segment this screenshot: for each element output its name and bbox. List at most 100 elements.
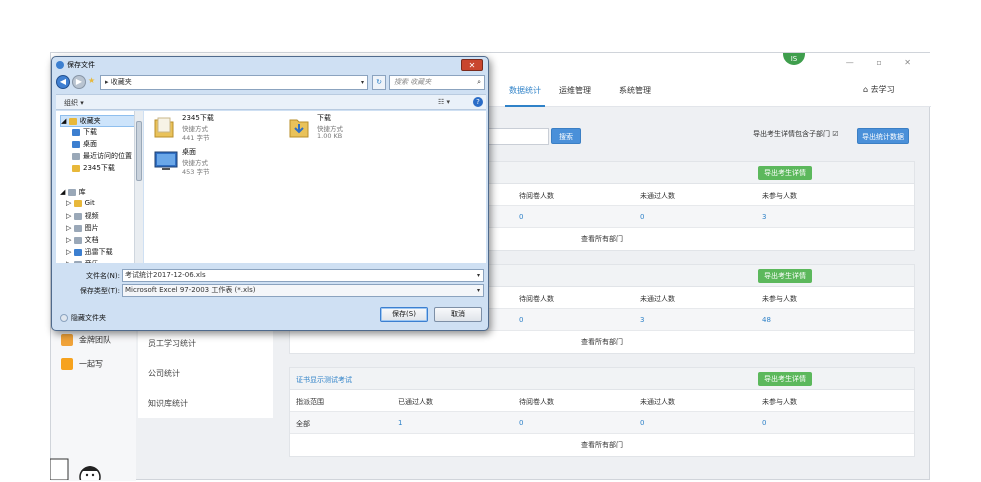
window-controls[interactable]: — ▫ ✕ [846,58,921,67]
library-icon [67,188,76,196]
table-cell[interactable]: 0 [519,316,523,324]
music-icon [73,260,82,263]
table-cell[interactable]: 0 [519,419,523,427]
search-icon[interactable]: ⌕ [477,76,481,89]
scroll-thumb[interactable] [136,121,142,181]
refresh-button[interactable]: ↻ [372,75,386,90]
tree-item-favorites[interactable]: ◢ 收藏夹 [60,115,136,127]
avatar[interactable]: IS [783,53,805,65]
col-header: 指派范围 [296,398,324,406]
sub-nav-item-kb[interactable]: 知识库统计 [148,398,188,409]
tree-item-recent[interactable]: 最近访问的位置 [72,151,132,161]
sub-nav-item-company[interactable]: 公司统计 [148,368,180,379]
tree-item-pictures[interactable]: ▷ 图片 [66,223,99,233]
view-all-depts-link[interactable]: 查看所有部门 [290,331,914,353]
collapse-arrow-icon[interactable]: ▷ [66,199,74,207]
chevron-down-icon[interactable]: ▾ [361,76,364,89]
tree-item-desktop[interactable]: 桌面 [72,139,97,149]
back-button[interactable]: ◀ [56,75,70,89]
search-favorites-input[interactable]: 搜索 收藏夹 ⌕ [389,75,485,90]
search-button[interactable]: 搜索 [551,128,581,144]
file-item[interactable]: 桌面 快捷方式 453 字节 [154,147,274,181]
collapse-circle-icon [60,314,68,322]
left-nav-item-team[interactable]: 金牌团队 [61,334,111,346]
file-list: 2345下载 快捷方式 441 字节 下载 快捷方式 1.00 KB 桌面 快捷… [144,111,486,263]
tree-item-xunlei[interactable]: ▷ 迅雷下载 [66,247,113,257]
tree-item-downloads[interactable]: 下载 [72,127,97,137]
file-item[interactable]: 2345下载 快捷方式 441 字节 [154,113,274,147]
minimize-icon[interactable]: — [846,58,864,67]
left-nav-item-write[interactable]: 一起写 [61,358,103,370]
close-icon[interactable]: ✕ [904,58,921,67]
table-cell[interactable]: 1 [398,419,402,427]
expand-arrow-icon[interactable]: ◢ [61,117,69,125]
address-bar[interactable]: ▸ 收藏夹 ▾ [100,75,368,90]
table-cell[interactable]: 0 [762,419,766,427]
browser-icon [56,61,64,69]
organize-menu[interactable]: 组织 ▾ [64,98,84,108]
tree-item-music[interactable]: ▷ 音乐 [66,259,99,263]
sub-nav-item-employee[interactable]: 员工学习统计 [148,338,196,349]
tree-item-documents[interactable]: ▷ 文档 [66,235,99,245]
chevron-down-icon[interactable]: ▾ [477,270,480,281]
file-name: 桌面 [182,148,196,156]
collapse-arrow-icon[interactable]: ▷ [66,260,74,263]
col-header: 未通过人数 [640,192,675,200]
tree-scrollbar[interactable] [134,111,143,263]
tab-system[interactable]: 系统管理 [619,85,651,96]
col-header: 待阅卷人数 [519,398,554,406]
chevron-down-icon[interactable]: ▾ [477,285,480,296]
collapse-arrow-icon[interactable]: ▷ [66,248,74,256]
table-cell[interactable]: 3 [640,316,644,324]
tree-item-label: 桌面 [83,140,97,148]
table-cell[interactable]: 3 [762,213,766,221]
hide-folders-toggle[interactable]: 隐藏文件夹 [60,313,106,323]
cancel-button[interactable]: 取消 [434,307,482,322]
downloads-shortcut-icon [289,119,309,138]
recent-places-icon [72,152,80,160]
view-all-depts-link[interactable]: 查看所有部门 [290,434,914,456]
filename-input[interactable]: 考试统计2017-12-06.xls ▾ [122,269,484,282]
tab-data-stats[interactable]: 数据统计 [505,85,545,107]
panel-title[interactable]: 证书显示测试考试 [296,375,352,385]
table-cell[interactable]: 0 [519,213,523,221]
table-cell[interactable]: 0 [640,213,644,221]
tree-item-videos[interactable]: ▷ 视频 [66,211,99,221]
refresh-icon: ↻ [376,78,382,86]
include-sub-dept-label[interactable]: 导出考生详情包含子部门 ☑ [753,129,839,139]
export-stats-button[interactable]: 导出统计数据 [857,128,909,144]
export-detail-button[interactable]: 导出考生详情 [758,372,812,386]
tree-item-label: 库 [78,188,86,196]
ime-badge[interactable] [49,455,110,482]
filetype-select[interactable]: Microsoft Excel 97-2003 工作表 (*.xls) ▾ [122,284,484,297]
tree-item-2345[interactable]: 2345下载 [72,163,115,173]
go-learn-link[interactable]: ⌂ 去学习 [863,84,895,95]
tree-item-label: 文档 [84,236,99,244]
collapse-arrow-icon[interactable]: ▷ [66,224,74,232]
export-detail-button[interactable]: 导出考生详情 [758,269,812,283]
tab-ops[interactable]: 运维管理 [559,85,591,96]
folder-shortcut-icon [154,117,174,138]
col-header: 待阅卷人数 [519,192,554,200]
table-row: 全部 1 0 0 0 [290,412,914,434]
maximize-icon[interactable]: ▫ [876,58,891,67]
export-detail-button[interactable]: 导出考生详情 [758,166,812,180]
checkbox-icon[interactable]: ☑ [832,130,838,138]
dialog-close-button[interactable]: ✕ [461,59,483,71]
tree-item-git[interactable]: ▷ Git [66,199,95,207]
help-icon[interactable]: ? [473,97,483,107]
collapse-arrow-icon[interactable]: ▷ [66,212,74,220]
col-header: 未参与人数 [762,398,797,406]
include-sub-text: 导出考生详情包含子部门 [753,130,830,138]
expand-arrow-icon[interactable]: ◢ [60,188,68,196]
collapse-arrow-icon[interactable]: ▷ [66,236,74,244]
table-cell[interactable]: 48 [762,316,771,324]
file-item[interactable]: 下载 快捷方式 1.00 KB [289,113,409,147]
xunlei-icon [73,248,82,256]
tree-item-libraries[interactable]: ◢ 库 [60,187,86,197]
tree-item-label: 收藏夹 [79,117,101,125]
forward-button[interactable]: ▶ [72,75,86,89]
view-options-icon[interactable]: ☷ ▾ [438,98,450,106]
save-button[interactable]: 保存(S) [380,307,428,322]
table-cell[interactable]: 0 [640,419,644,427]
